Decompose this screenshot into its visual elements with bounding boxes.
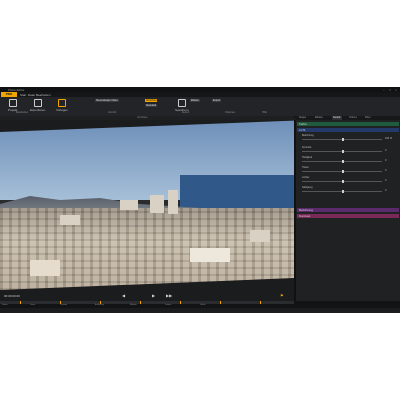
section-header-contrast[interactable]: Kontrast: [297, 214, 399, 218]
slider-shadows[interactable]: [302, 170, 382, 173]
slider-saturation[interactable]: [302, 190, 382, 193]
slider-knob[interactable]: [342, 180, 344, 183]
section-header-exposure[interactable]: Belichtung: [297, 208, 399, 212]
slider-value: 100 %: [385, 137, 393, 140]
slider-label: Sättigung: [302, 186, 313, 189]
slider-knob[interactable]: [342, 138, 344, 141]
effects-dropdown[interactable]: Effekte: [190, 99, 200, 102]
transport-bar: 00:00:00:00 ◀ ▶ ▶▶ ⚑: [0, 290, 294, 301]
flag-icon[interactable]: ⚑: [280, 293, 284, 298]
slider-label: Belichtung: [302, 134, 314, 137]
ribbon-group-label: Bearbeiten: [16, 111, 29, 114]
status-label: Format: [165, 304, 172, 306]
slider-contrast[interactable]: [302, 150, 382, 153]
tab-details[interactable]: Details: [332, 116, 342, 120]
tab-ordner[interactable]: Ordner: [348, 116, 358, 120]
section-header-color[interactable]: Farbe: [297, 122, 399, 126]
preview-building: [168, 190, 178, 214]
slider-highlights[interactable]: [302, 180, 382, 183]
timeline-marker: [140, 301, 141, 304]
tab-stapel[interactable]: Stapel: [298, 116, 307, 120]
slider-value: 0: [385, 179, 387, 182]
status-label: Dauer: [30, 304, 36, 306]
export-icon: [33, 99, 42, 107]
status-label: Status: [2, 304, 8, 306]
slider-label: Helligkeit: [302, 156, 313, 159]
slider-knob[interactable]: [342, 190, 344, 193]
play-icon[interactable]: ▶: [152, 293, 155, 298]
slider-value: 0: [385, 149, 387, 152]
timecode: 00:00:00:00: [4, 294, 20, 298]
timeline-marker: [180, 301, 181, 304]
export-dropdown[interactable]: Export: [212, 99, 222, 102]
slider-value: 0: [385, 169, 387, 172]
slider-brightness[interactable]: [302, 160, 382, 163]
preview-toggle[interactable]: Vorschau: [145, 99, 158, 102]
slider-value: 0: [385, 189, 387, 192]
ribbon-button-export[interactable]: Exportieren: [30, 99, 45, 112]
preview-building: [30, 260, 60, 276]
file-icon: [8, 99, 17, 107]
preview-caption: Vorschau: [137, 116, 148, 119]
ribbon-group-label: Ansicht: [108, 111, 117, 114]
status-label: Größe: [200, 304, 206, 306]
standard-dropdown[interactable]: Standard: [145, 104, 158, 107]
slider-label: Kontrast: [302, 146, 312, 149]
ribbon-group-label: Export: [182, 111, 190, 114]
preview-building: [60, 215, 80, 225]
tab-filter[interactable]: Filter: [364, 116, 372, 120]
preview-building: [150, 195, 164, 213]
panel-tabs: Stapel Effekte Details Ordner Filter: [296, 116, 400, 120]
adjustment-panel: Stapel Effekte Details Ordner Filter Far…: [296, 116, 400, 301]
slider-label: Tiefen: [302, 166, 309, 169]
timeline[interactable]: Status Dauer Position Auflösung Bildrate…: [0, 301, 400, 308]
status-label: Bildrate: [130, 304, 137, 306]
slider-label: Lichter: [302, 176, 310, 179]
video-preview[interactable]: [0, 120, 294, 290]
tab-effekte[interactable]: Effekte: [314, 116, 324, 120]
ribbon-button-templates[interactable]: Vorlagen: [56, 99, 68, 112]
next-icon[interactable]: ▶▶: [166, 293, 172, 298]
preview-city: [0, 208, 294, 290]
slider-knob[interactable]: [342, 150, 344, 153]
status-label: Auflösung: [95, 304, 104, 306]
section-header-light[interactable]: Licht: [297, 128, 399, 132]
preview-building: [190, 248, 230, 262]
slider-value: 0: [385, 159, 387, 162]
ribbon-group-label: Optionen: [225, 111, 236, 114]
ribbon-toolbar: Projekt Exportieren Vorlagen Speichern S…: [0, 97, 400, 117]
slider-knob[interactable]: [342, 170, 344, 173]
prev-icon[interactable]: ◀: [122, 293, 125, 298]
app-window: Photo Editor – □ × PRO Start Datei Bearb…: [0, 87, 400, 313]
ribbon-button-label: Vorlagen: [56, 108, 68, 112]
timeline-marker: [220, 301, 221, 304]
slider-knob[interactable]: [342, 160, 344, 163]
status-label: Position: [60, 304, 68, 306]
slider-exposure[interactable]: [302, 138, 382, 141]
ribbon-group-label: Hilfe: [262, 111, 268, 114]
save-icon: [177, 99, 186, 107]
preview-building: [250, 230, 270, 242]
stereo-dropdown[interactable]: Stereoskopie Video: [95, 99, 119, 102]
templates-icon: [57, 99, 66, 107]
preview-building: [120, 200, 138, 210]
timeline-track[interactable]: [0, 301, 294, 304]
ribbon-button-label: Exportieren: [30, 108, 46, 112]
timeline-marker: [260, 301, 261, 304]
timeline-marker: [20, 301, 21, 304]
